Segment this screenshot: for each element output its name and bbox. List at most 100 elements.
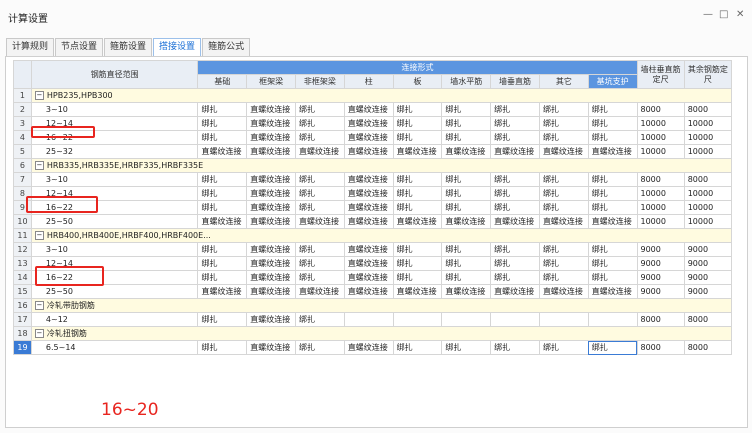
close-icon[interactable]: ✕ (736, 9, 744, 20)
connection-cell[interactable]: 绑扎 (587, 102, 638, 117)
connection-cell[interactable]: 直螺纹连接 (343, 270, 394, 285)
connection-cell[interactable]: 直螺纹连接 (343, 340, 394, 355)
fixed-length-cell[interactable]: 10000 (636, 186, 685, 201)
connection-cell[interactable]: 绑扎 (392, 186, 443, 201)
connection-cell[interactable]: 绑扎 (295, 186, 345, 201)
connection-cell[interactable]: 绑扎 (197, 312, 248, 327)
fixed-length-cell[interactable]: 9000 (636, 242, 685, 257)
connection-cell[interactable]: 直螺纹连接 (343, 172, 394, 187)
fixed-length-cell[interactable]: 10000 (636, 116, 685, 131)
row-number[interactable]: 16 (13, 298, 32, 313)
connection-cell[interactable]: 绑扎 (392, 116, 443, 131)
fixed-length-cell[interactable]: 9000 (683, 284, 733, 299)
connection-cell[interactable]: 绑扎 (295, 116, 345, 131)
row-number[interactable]: 1 (13, 88, 32, 103)
connection-cell[interactable]: 直螺纹连接 (246, 186, 297, 201)
diameter-range[interactable]: 25~50 (30, 284, 199, 299)
row-number[interactable]: 3 (13, 116, 32, 131)
connection-cell[interactable]: 绑扎 (441, 242, 492, 257)
connection-cell[interactable]: 直螺纹连接 (441, 214, 492, 229)
connection-cell[interactable]: 绑扎 (538, 270, 589, 285)
group-cell[interactable]: − HPB235,HPB300 (30, 88, 733, 103)
connection-cell[interactable]: 绑扎 (587, 186, 638, 201)
connection-cell[interactable] (587, 312, 638, 327)
connection-cell[interactable]: 绑扎 (295, 256, 345, 271)
table-row[interactable]: 13 12~14 绑扎 直螺纹连接 绑扎 直螺纹连接 绑扎 绑扎 绑扎 绑扎 绑扎 9000 9000 (13, 256, 733, 271)
connection-cell[interactable]: 直螺纹连接 (246, 242, 297, 257)
fixed-length-cell[interactable]: 8000 (636, 340, 685, 355)
row-number[interactable]: 11 (13, 228, 32, 243)
row-number[interactable]: 6 (13, 158, 32, 173)
fixed-length-cell[interactable]: 8000 (683, 102, 733, 117)
connection-cell[interactable]: 绑扎 (197, 242, 248, 257)
connection-cell[interactable]: 直螺纹连接 (246, 256, 297, 271)
table-row[interactable]: 10 25~50 直螺纹连接 直螺纹连接 直螺纹连接 直螺纹连接 直螺纹连接 直螺纹连接 直螺纹… (13, 214, 733, 229)
connection-cell[interactable]: 绑扎 (587, 200, 638, 215)
connection-cell[interactable]: 绑扎 (197, 116, 248, 131)
connection-cell[interactable]: 直螺纹连接 (343, 256, 394, 271)
diameter-range[interactable]: 3~10 (30, 102, 199, 117)
table-row[interactable]: 2 3~10 绑扎 直螺纹连接 绑扎 直螺纹连接 绑扎 绑扎 绑扎 绑扎 绑扎 8000 8000 (13, 102, 733, 117)
connection-cell[interactable]: 直螺纹连接 (538, 214, 589, 229)
table-row[interactable]: 19 6.5~14 绑扎 直螺纹连接 绑扎 直螺纹连接 绑扎 绑扎 绑扎 绑扎 绑扎 8000 8000 (13, 340, 733, 355)
connection-cell[interactable]: 绑扎 (295, 242, 345, 257)
row-number[interactable]: 7 (13, 172, 32, 187)
table-row[interactable]: 9 16~22 绑扎 直螺纹连接 绑扎 直螺纹连接 绑扎 绑扎 绑扎 绑扎 绑扎 10000 10000 (13, 200, 733, 215)
group-row[interactable]: 16− 冷轧带肋钢筋 (13, 298, 733, 313)
fixed-length-cell[interactable]: 10000 (683, 186, 733, 201)
fixed-length-cell[interactable]: 9000 (636, 284, 685, 299)
connection-cell[interactable]: 绑扎 (295, 102, 345, 117)
connection-cell[interactable]: 绑扎 (490, 116, 540, 131)
fixed-length-cell[interactable]: 10000 (683, 130, 733, 145)
connection-cell[interactable]: 绑扎 (587, 270, 638, 285)
connection-cell[interactable]: 直螺纹连接 (246, 172, 297, 187)
fixed-length-cell[interactable]: 10000 (636, 144, 685, 159)
fixed-length-cell[interactable]: 8000 (683, 312, 733, 327)
connection-cell[interactable]: 绑扎 (441, 102, 492, 117)
group-row[interactable]: 11− HRB400,HRB400E,HRBF400,HRBF400E... (13, 228, 733, 243)
connection-cell[interactable]: 绑扎 (587, 116, 638, 131)
fixed-length-cell[interactable]: 10000 (683, 144, 733, 159)
connection-cell[interactable] (392, 312, 443, 327)
fixed-length-cell[interactable]: 9000 (683, 270, 733, 285)
tab-stirrup-settings[interactable]: 箍筋设置 (104, 38, 153, 56)
diameter-range[interactable]: 4~12 (30, 312, 199, 327)
connection-cell[interactable]: 直螺纹连接 (246, 284, 297, 299)
connection-cell[interactable]: 直螺纹连接 (343, 102, 394, 117)
connection-cell[interactable]: 直螺纹连接 (295, 284, 345, 299)
collapse-icon[interactable]: − (34, 231, 44, 240)
connection-cell[interactable]: 绑扎 (441, 340, 492, 355)
connection-cell[interactable]: 绑扎 (587, 130, 638, 145)
group-cell[interactable]: − HRB335,HRB335E,HRBF335,HRBF335E (30, 158, 733, 173)
table-row[interactable]: 14 16~22 绑扎 直螺纹连接 绑扎 直螺纹连接 绑扎 绑扎 绑扎 绑扎 绑扎 9000 9000 (13, 270, 733, 285)
connection-cell[interactable]: 直螺纹连接 (197, 144, 248, 159)
row-number[interactable]: 4 (13, 130, 32, 145)
connection-cell[interactable]: 直螺纹连接 (538, 284, 589, 299)
connection-cell[interactable]: 绑扎 (587, 172, 638, 187)
connection-cell[interactable]: 绑扎 (538, 172, 589, 187)
row-number[interactable]: 18 (13, 326, 32, 341)
fixed-length-cell[interactable]: 10000 (683, 116, 733, 131)
connection-cell[interactable]: 绑扎 (197, 200, 248, 215)
maximize-icon[interactable]: □ (719, 9, 728, 20)
connection-cell[interactable]: 绑扎 (197, 340, 248, 355)
row-number[interactable]: 10 (13, 214, 32, 229)
connection-cell[interactable]: 绑扎 (295, 172, 345, 187)
connection-cell[interactable]: 绑扎 (490, 340, 540, 355)
connection-cell[interactable]: 绑扎 (392, 340, 443, 355)
connection-cell[interactable]: 绑扎 (441, 186, 492, 201)
tab-lap-settings[interactable]: 搭接设置 (153, 38, 202, 56)
connection-cell[interactable]: 直螺纹连接 (343, 130, 394, 145)
connection-cell[interactable]: 绑扎 (197, 270, 248, 285)
group-row[interactable]: 18− 冷轧扭钢筋 (13, 326, 733, 341)
tab-stirrup-formula[interactable]: 箍筋公式 (202, 38, 251, 56)
collapse-icon[interactable]: − (34, 91, 44, 100)
connection-cell[interactable]: 绑扎 (295, 200, 345, 215)
fixed-length-cell[interactable]: 8000 (636, 172, 685, 187)
table-row[interactable]: 7 3~10 绑扎 直螺纹连接 绑扎 直螺纹连接 绑扎 绑扎 绑扎 绑扎 绑扎 8000 8000 (13, 172, 733, 187)
connection-cell[interactable]: 绑扎 (538, 256, 589, 271)
connection-cell[interactable]: 绑扎 (197, 256, 248, 271)
row-number[interactable]: 15 (13, 284, 32, 299)
connection-cell[interactable]: 绑扎 (441, 130, 492, 145)
fixed-length-cell[interactable]: 8000 (683, 172, 733, 187)
